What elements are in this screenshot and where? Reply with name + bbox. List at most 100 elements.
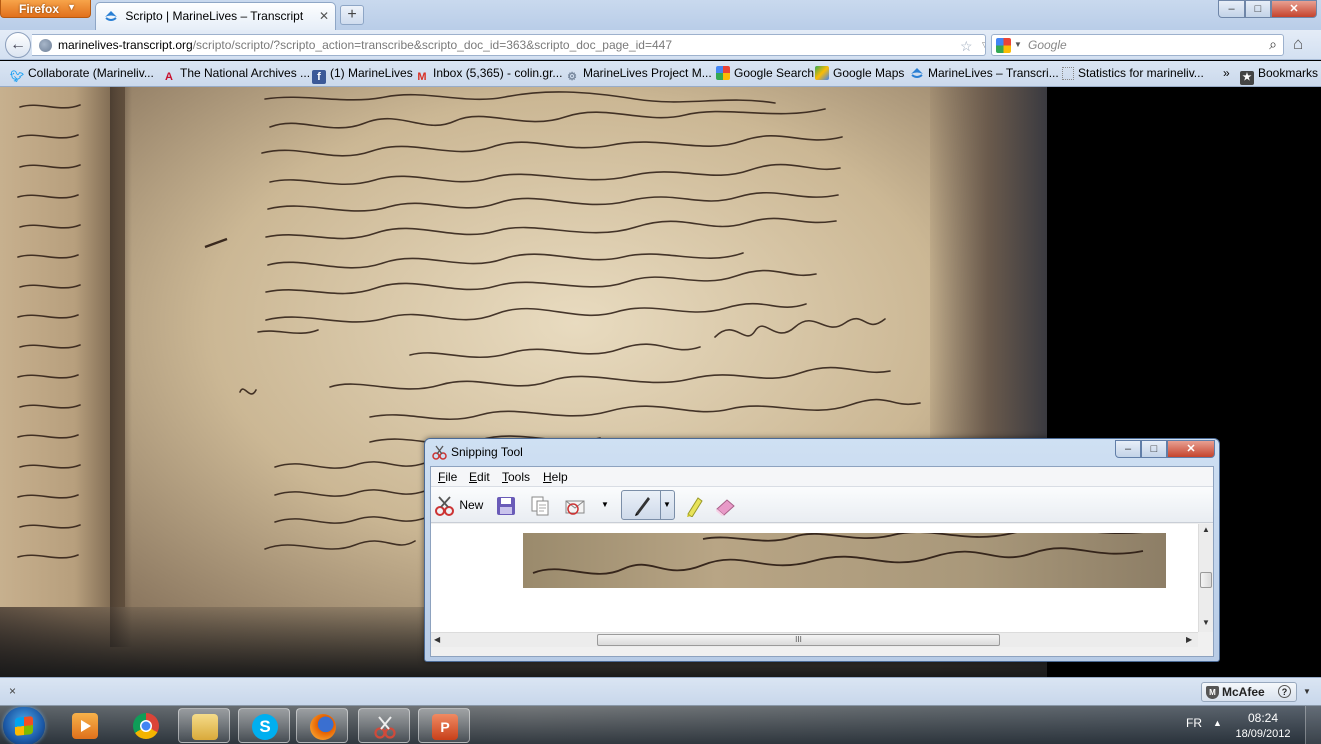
bookmark-facebook-marinelives[interactable]: f (1) MarineLives — [312, 66, 413, 84]
chrome-icon — [133, 713, 159, 739]
menu-edit-rest: dit — [477, 470, 490, 484]
search-icon[interactable]: ⌕ — [1269, 36, 1277, 53]
search-input[interactable]: ▼ Google ⌕ — [991, 34, 1284, 56]
bookmark-star-icon[interactable]: ☆ — [960, 38, 973, 55]
screen: Firefox ▼ Scripto | MarineLives – Transc… — [0, 0, 1321, 744]
menu-help[interactable]: Help — [543, 470, 568, 484]
scroll-left-arrow-icon[interactable]: ◀ — [434, 635, 440, 644]
bookmark-collaborate[interactable]: 🐦︎ Collaborate (Marineliv... — [10, 66, 154, 84]
snip-canvas[interactable] — [431, 524, 1198, 632]
windows-logo-icon — [15, 716, 33, 736]
highlighter-button[interactable] — [683, 492, 705, 518]
mcafee-siteadvisor-button[interactable]: M McAfee ? — [1201, 682, 1297, 702]
twitter-bird-icon: 🐦︎ — [10, 71, 24, 83]
url-path: /scripto/scripto/?scripto_action=transcr… — [192, 38, 673, 52]
bookmark-marinelives-transcript[interactable]: MarineLives – Transcri... — [910, 66, 1059, 80]
search-engine-dropdown-icon[interactable]: ▼ — [1014, 40, 1022, 49]
new-snip-icon — [434, 495, 456, 517]
taskbar-powerpoint[interactable]: P — [418, 708, 470, 743]
snip-minimize-button[interactable]: – — [1115, 440, 1141, 458]
bookmarks-menu-label: Bookmarks — [1258, 66, 1319, 80]
menu-file[interactable]: File — [438, 470, 457, 484]
bookmarks-star-icon: ★ — [1240, 71, 1254, 85]
new-snip-button[interactable]: New — [434, 492, 483, 518]
snip-vertical-scrollbar[interactable]: ▲ ▼ — [1198, 524, 1213, 632]
browser-tab-active[interactable]: Scripto | MarineLives – Transcript ✕ — [95, 2, 336, 30]
scroll-right-arrow-icon[interactable]: ▶ — [1186, 635, 1192, 644]
addon-bar-close-icon[interactable]: × — [9, 684, 16, 698]
taskbar-media-player[interactable] — [59, 708, 111, 743]
pen-dropdown-icon[interactable]: ▼ — [663, 500, 671, 509]
snip-close-button[interactable]: ✕ — [1167, 440, 1215, 458]
windows-taskbar: S P FR ▲ 08:24 18/09/2012 — [0, 705, 1321, 744]
bookmark-label: (1) MarineLives — [330, 66, 413, 80]
eraser-button[interactable] — [714, 492, 736, 518]
show-desktop-button[interactable] — [1305, 706, 1321, 744]
taskbar-file-explorer[interactable] — [178, 708, 230, 743]
taskbar-snipping-tool[interactable] — [358, 708, 410, 743]
input-language-indicator[interactable]: FR — [1186, 716, 1202, 730]
bookmark-label: The National Archives ... — [180, 66, 311, 80]
menu-file-rest: ile — [445, 470, 458, 484]
show-hidden-icons-arrow-icon[interactable]: ▲ — [1213, 718, 1222, 728]
bookmark-google-maps[interactable]: Google Maps — [815, 66, 904, 80]
search-placeholder: Google — [1028, 38, 1067, 52]
mcafee-label: McAfee — [1222, 685, 1265, 699]
eraser-icon — [714, 495, 736, 517]
window-minimize-button[interactable]: – — [1218, 0, 1245, 18]
help-icon[interactable]: ? — [1278, 685, 1291, 698]
menu-edit[interactable]: Edit — [469, 470, 490, 484]
send-snip-dropdown-icon[interactable]: ▼ — [601, 492, 609, 518]
snipping-tool-icon — [432, 445, 447, 460]
back-arrow-icon: ← — [10, 36, 26, 53]
taskbar-chrome[interactable] — [120, 708, 172, 743]
snip-maximize-button[interactable]: □ — [1141, 440, 1167, 458]
send-snip-button[interactable] — [564, 492, 586, 518]
home-icon[interactable]: ⌂ — [1293, 34, 1303, 54]
mcafee-dropdown-icon[interactable]: ▼ — [1303, 687, 1311, 696]
firefox-icon — [310, 714, 336, 740]
scroll-up-arrow-icon[interactable]: ▲ — [1202, 525, 1210, 534]
snip-horizontal-scrollbar[interactable]: ◀ III ▶ — [431, 632, 1198, 647]
bookmark-statistics[interactable]: Statistics for marineliv... — [1062, 66, 1204, 80]
pen-tool-button[interactable]: ▼ — [621, 490, 675, 520]
taskbar-firefox[interactable] — [296, 708, 348, 743]
menu-tools[interactable]: Tools — [502, 470, 530, 484]
blank-page-icon — [1062, 67, 1074, 80]
tab-close-icon[interactable]: ✕ — [319, 9, 329, 23]
snipping-tool-client: File Edit Tools Help New ▼ ▼ ▲ ▼ ◀ III ▶ — [430, 466, 1214, 657]
new-snip-label: New — [459, 498, 484, 512]
bookmark-project-management[interactable]: ⚙ MarineLives Project M... — [565, 66, 712, 84]
taskbar-skype[interactable]: S — [238, 708, 290, 743]
taskbar-clock-date[interactable]: 18/09/2012 — [1235, 728, 1291, 740]
scroll-down-arrow-icon[interactable]: ▼ — [1202, 618, 1210, 627]
copy-button[interactable] — [529, 492, 551, 518]
save-button[interactable] — [495, 492, 517, 518]
menu-help-rest: elp — [551, 470, 568, 484]
window-maximize-button[interactable]: □ — [1245, 0, 1271, 18]
back-button[interactable]: ← — [5, 32, 31, 58]
taskbar-clock-time[interactable]: 08:24 — [1235, 711, 1291, 725]
vertical-scroll-thumb[interactable] — [1200, 572, 1212, 588]
google-engine-icon[interactable] — [996, 38, 1011, 53]
bookmark-google-search[interactable]: Google Search — [716, 66, 814, 80]
start-button[interactable] — [3, 707, 45, 744]
bookmarks-overflow-button[interactable]: » — [1223, 66, 1230, 80]
bookmarks-menu-button[interactable]: ★ Bookmarks — [1240, 66, 1318, 85]
horizontal-scroll-thumb[interactable]: III — [597, 634, 1000, 646]
firefox-menu-button[interactable]: Firefox ▼ — [0, 0, 91, 18]
new-tab-button[interactable]: + — [340, 5, 364, 25]
url-host: marinelives-transcript.org — [58, 38, 193, 52]
bookmark-label: Google Search — [734, 66, 815, 80]
powerpoint-icon: P — [432, 714, 458, 740]
bookmark-gmail-inbox[interactable]: M Inbox (5,365) - colin.gr... — [415, 66, 562, 84]
history-dropdown-icon[interactable]: ▽ — [982, 40, 985, 51]
window-close-button[interactable]: ✕ — [1271, 0, 1317, 18]
site-identity-icon[interactable] — [39, 39, 52, 52]
bookmark-national-archives[interactable]: A The National Archives ... — [162, 66, 310, 84]
mcafee-shield-icon: M — [1206, 686, 1219, 699]
address-bar[interactable]: marinelives-transcript.org/scripto/scrip… — [32, 34, 986, 56]
bookmarks-toolbar: 🐦︎ Collaborate (Marineliv... A The Nationa… — [0, 61, 1321, 87]
chevron-down-icon: ▼ — [67, 2, 76, 12]
firefox-menu-label: Firefox — [19, 2, 60, 16]
